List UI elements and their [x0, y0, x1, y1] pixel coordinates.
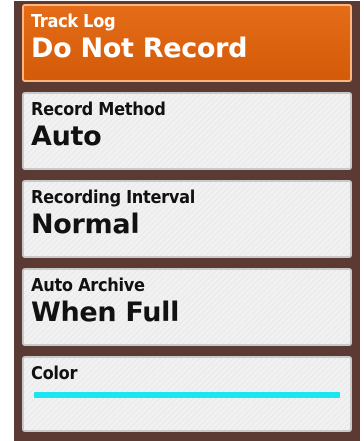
recording-interval-setting[interactable]: Recording Interval Normal — [22, 180, 352, 258]
recording-interval-label: Recording Interval — [31, 187, 195, 208]
record-method-value: Auto — [31, 121, 102, 152]
color-setting[interactable]: Color — [22, 356, 352, 432]
record-method-setting[interactable]: Record Method Auto — [22, 92, 352, 170]
track-log-value: Do Not Record — [31, 33, 248, 64]
track-log-setting[interactable]: Track Log Do Not Record — [22, 4, 352, 82]
auto-archive-setting[interactable]: Auto Archive When Full — [22, 268, 352, 346]
track-log-label: Track Log — [31, 11, 116, 32]
color-label: Color — [31, 363, 78, 384]
recording-interval-value: Normal — [31, 209, 140, 240]
record-method-label: Record Method — [31, 99, 166, 120]
color-swatch — [34, 392, 340, 398]
settings-panel: Track Log Do Not Record Record Method Au… — [14, 1, 360, 441]
auto-archive-label: Auto Archive — [31, 275, 145, 296]
auto-archive-value: When Full — [31, 297, 180, 328]
